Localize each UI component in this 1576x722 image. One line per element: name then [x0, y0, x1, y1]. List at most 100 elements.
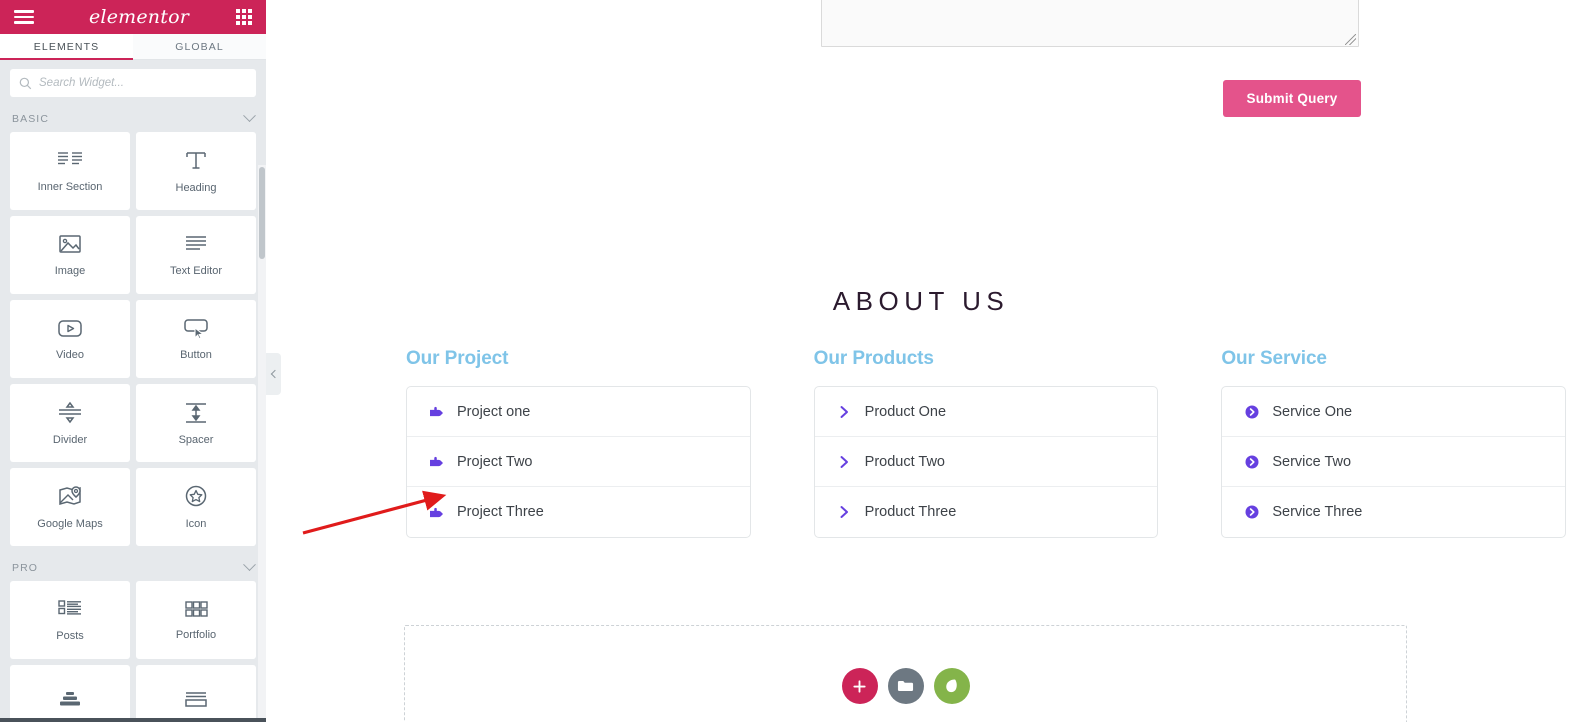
add-template-button[interactable] [887, 668, 924, 704]
list-item[interactable]: Service One [1222, 387, 1565, 437]
widget-label: Icon [185, 517, 207, 530]
portfolio-icon [185, 600, 208, 617]
widget-label: Portfolio [175, 628, 217, 641]
heading-icon [186, 151, 206, 169]
column-title: Our Project [406, 348, 509, 369]
spacer-icon [186, 402, 206, 423]
tab-elements[interactable]: ELEMENTS [0, 34, 133, 60]
chevron-right-icon [837, 405, 852, 419]
list-item[interactable]: Project one [407, 387, 750, 437]
panel-collapse-handle[interactable] [266, 353, 281, 395]
widget-text-editor[interactable]: Text Editor [136, 216, 256, 294]
list-item-label: Product Three [864, 504, 957, 520]
widget-list-scroll[interactable]: BASIC Inner Section Heading Image Text E… [0, 105, 266, 718]
panel-scrollbar-thumb[interactable] [259, 167, 265, 259]
widget-spacer[interactable]: Spacer [136, 384, 256, 462]
widget-label: Text Editor [170, 264, 222, 277]
divider-icon [59, 401, 81, 423]
page-canvas: Submit Query ABOUT US Our Project Projec… [266, 0, 1576, 722]
widget-divider[interactable]: Divider [10, 384, 130, 462]
textarea-resize-handle[interactable] [1345, 34, 1356, 45]
button-icon [184, 318, 208, 340]
hand-point-right-icon [429, 405, 444, 418]
hamburger-icon[interactable] [14, 10, 34, 24]
panel-bottom-bar [0, 718, 266, 722]
about-us-heading: ABOUT US [832, 286, 1010, 316]
circle-chevron-right-icon [1244, 455, 1259, 469]
search-input[interactable] [39, 77, 247, 89]
widget-image[interactable]: Image [10, 216, 130, 294]
drop-zone-actions [405, 668, 1406, 704]
widget-inner-section[interactable]: Inner Section [10, 132, 130, 210]
list-item[interactable]: Product Three [815, 487, 1158, 537]
column-our-service: Our Service Service One Service Two Serv… [1221, 348, 1566, 538]
image-icon [59, 234, 81, 253]
widget-partial-form[interactable] [136, 665, 256, 718]
list-card: Project one Project Two Project Three [406, 386, 751, 538]
text-editor-icon [186, 235, 206, 250]
widget-label: Google Maps [37, 517, 103, 530]
circle-chevron-right-icon [1244, 505, 1259, 519]
search-box[interactable] [10, 69, 256, 97]
widget-portfolio[interactable]: Portfolio [136, 581, 256, 659]
message-textarea[interactable] [821, 0, 1359, 47]
widget-icon[interactable]: Icon [136, 468, 256, 546]
grid-icon[interactable] [236, 9, 252, 25]
category-label-pro: PRO [12, 561, 39, 574]
widget-button[interactable]: Button [136, 300, 256, 378]
star-icon [185, 485, 207, 506]
list-item[interactable]: Product Two [814, 437, 1158, 487]
google-maps-icon [59, 485, 81, 505]
elementor-logo: elementor [88, 6, 190, 28]
list-item-label: Product One [864, 403, 947, 420]
widget-label: Video [56, 348, 84, 361]
tab-global[interactable]: GLOBAL [133, 34, 266, 59]
widget-grid-basic: Inner Section Heading Image Text Editor … [10, 132, 256, 546]
widget-label: Posts [56, 629, 84, 642]
widget-partial-slides[interactable] [10, 665, 130, 718]
slides-icon [60, 691, 80, 705]
list-card: Product One Product Two Product Three [813, 386, 1159, 538]
plus-icon [853, 679, 866, 693]
add-new-section-button[interactable] [841, 668, 878, 704]
widget-posts[interactable]: Posts [10, 581, 130, 659]
circle-chevron-right-icon [1244, 405, 1259, 419]
widget-heading[interactable]: Heading [136, 132, 256, 210]
list-item-label: Product Two [864, 453, 945, 470]
list-item-label: Project Three [457, 504, 544, 520]
list-item[interactable]: Product One [814, 387, 1158, 437]
column-title: Our Service [1221, 348, 1327, 369]
inner-section-icon [58, 151, 82, 164]
chevron-right-icon [837, 505, 852, 519]
widget-label: Heading [175, 181, 217, 194]
leaf-icon [946, 679, 957, 693]
list-item[interactable]: Service Three [1222, 487, 1565, 537]
widget-label: Image [54, 264, 86, 277]
list-item-label: Project Two [457, 453, 533, 470]
category-header-pro[interactable]: PRO [10, 554, 256, 581]
chevron-down-icon [243, 558, 256, 572]
elementor-editor: elementor ELEMENTS GLOBAL Search Widget.… [0, 0, 1576, 722]
list-item[interactable]: Project Three [407, 487, 750, 537]
envato-kit-button[interactable] [933, 668, 970, 704]
list-item[interactable]: Project Two [407, 437, 750, 487]
folder-icon [897, 680, 914, 692]
list-item-label: Service Two [1272, 453, 1352, 470]
chevron-left-icon [270, 369, 279, 379]
widget-video[interactable]: Video [10, 300, 130, 378]
about-columns: Our Project Project one Project Two Proj… [406, 348, 1566, 538]
panel-tabs: ELEMENTS GLOBAL [0, 34, 266, 60]
category-label-basic: BASIC [12, 112, 50, 125]
list-item-label: Project one [457, 403, 531, 420]
chevron-down-icon [243, 109, 256, 123]
list-item[interactable]: Service Two [1222, 437, 1565, 487]
column-our-project: Our Project Project one Project Two Proj… [406, 348, 751, 538]
submit-query-button[interactable]: Submit Query [1223, 80, 1361, 117]
widget-grid-pro: Posts Portfolio [10, 581, 256, 718]
form-icon [185, 691, 207, 707]
widget-panel: elementor ELEMENTS GLOBAL Search Widget.… [0, 0, 266, 722]
category-header-basic[interactable]: BASIC [10, 105, 256, 132]
widget-google-maps[interactable]: Google Maps [10, 468, 130, 546]
section-drop-zone[interactable]: Drag widget here [404, 625, 1407, 722]
widget-label: Inner Section [37, 180, 103, 193]
